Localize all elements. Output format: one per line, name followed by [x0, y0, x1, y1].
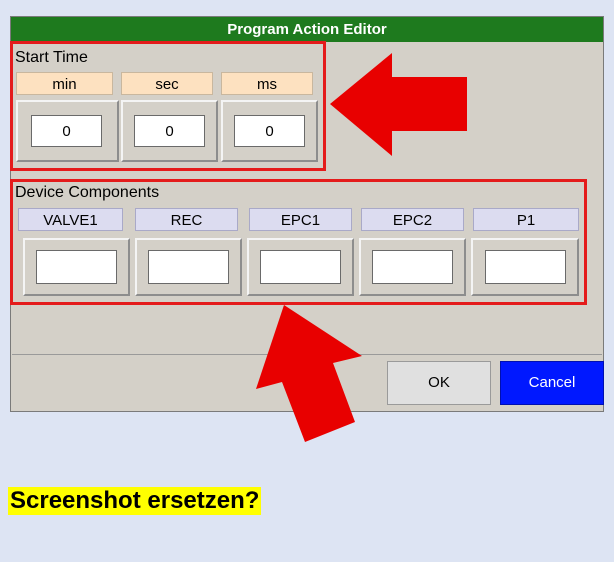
arrow-up-icon [256, 305, 362, 442]
annotation-note: Screenshot ersetzen? [8, 487, 262, 515]
arrow-annotations [256, 53, 467, 442]
arrow-left-icon [330, 53, 467, 156]
